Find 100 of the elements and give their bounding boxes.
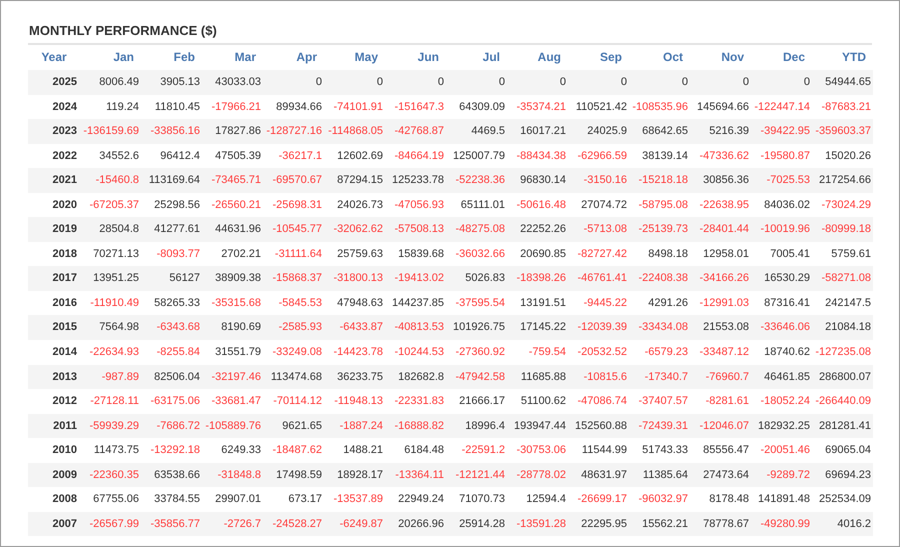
table-cell: -136159.69: [80, 119, 141, 144]
table-cell: 4016.2: [812, 512, 873, 536]
table-cell: -69570.67: [263, 168, 324, 193]
table-cell: -15218.18: [629, 168, 690, 193]
table-cell: 0: [446, 70, 507, 95]
column-header: Nov: [720, 49, 745, 66]
year-cell: 2019: [28, 217, 80, 242]
table-cell: -26560.21: [202, 192, 263, 218]
table-cell: -2726.7: [202, 512, 263, 536]
year-cell: 2017: [28, 266, 80, 291]
table-cell: -359603.37: [812, 119, 873, 144]
table-cell: 24026.73: [324, 192, 385, 218]
table-cell: 8006.49: [80, 70, 141, 95]
table-cell: 182682.8: [385, 364, 446, 390]
table-cell: 25298.56: [141, 192, 202, 218]
table-cell: 82506.04: [141, 364, 202, 390]
year-cell: 2021: [28, 168, 80, 193]
table-cell: 22252.26: [507, 217, 568, 242]
table-cell: 0: [751, 70, 812, 95]
table-cell: -33856.16: [141, 119, 202, 144]
table-cell: 22295.95: [568, 512, 629, 536]
column-header: Sep: [598, 49, 623, 66]
table-cell: 36233.75: [324, 364, 385, 390]
table-cell: -47056.93: [385, 192, 446, 218]
table-cell: -32062.62: [324, 217, 385, 242]
table-cell: 41277.61: [141, 217, 202, 242]
table-cell: 56127: [141, 266, 202, 291]
table-cell: 286800.07: [812, 364, 873, 390]
table-cell: -6249.87: [324, 512, 385, 536]
table-cell: 281281.41: [812, 414, 873, 438]
table-cell: 217254.66: [812, 168, 873, 193]
year-cell: 2013: [28, 364, 80, 390]
table-cell: 63538.66: [141, 462, 202, 488]
year-cell: 2011: [28, 414, 80, 438]
column-header: May: [354, 49, 379, 66]
table-cell: -31800.13: [324, 266, 385, 291]
year-cell: 2025: [28, 70, 80, 95]
table-cell: 11385.64: [629, 462, 690, 488]
table-cell: -25139.73: [629, 217, 690, 242]
table-cell: -67205.37: [80, 192, 141, 218]
table-cell: -10545.77: [263, 217, 324, 242]
table-cell: -7686.72: [141, 414, 202, 438]
table-cell: -39422.95: [751, 119, 812, 144]
table-cell: -128727.16: [263, 119, 324, 144]
table-cell: -24528.27: [263, 512, 324, 536]
table-cell: 15562.21: [629, 512, 690, 536]
table-cell: 84036.02: [751, 192, 812, 218]
table-cell: 4469.5: [446, 119, 507, 144]
table-cell: -80999.18: [812, 217, 873, 242]
table-cell: 69694.23: [812, 462, 873, 488]
table-cell: 78778.67: [690, 512, 751, 536]
table-cell: -18398.26: [507, 266, 568, 291]
table-cell: 125233.78: [385, 168, 446, 193]
table-cell: -17340.7: [629, 364, 690, 390]
column-header: Year: [40, 49, 68, 66]
table-cell: 17145.22: [507, 315, 568, 340]
table-cell: 8190.69: [202, 315, 263, 340]
table-cell: -5713.08: [568, 217, 629, 242]
table-cell: -105889.76: [202, 414, 263, 438]
table-cell: -22360.35: [80, 462, 141, 488]
table-cell: -2585.93: [263, 315, 324, 340]
column-header: Jun: [416, 49, 440, 66]
table-cell: 17498.59: [263, 462, 324, 488]
table-cell: -7025.53: [751, 168, 812, 193]
table-cell: 0: [690, 70, 751, 95]
year-cell: 2009: [28, 462, 80, 488]
column-header: Dec: [782, 49, 806, 66]
table-cell: 20266.96: [385, 512, 446, 536]
table-cell: -58271.08: [812, 266, 873, 291]
table-cell: 5026.83: [446, 266, 507, 291]
table-cell: -25698.31: [263, 192, 324, 218]
table-cell: 17827.86: [202, 119, 263, 144]
table-cell: 96830.14: [507, 168, 568, 193]
table-cell: -22638.95: [690, 192, 751, 218]
table-cell: -50616.48: [507, 192, 568, 218]
table-cell: 24025.9: [568, 119, 629, 144]
column-header: Jul: [482, 49, 501, 66]
table-cell: 38909.38: [202, 266, 263, 291]
table-cell: 16530.29: [751, 266, 812, 291]
table-cell: 13951.25: [80, 266, 141, 291]
year-cell: 2020: [28, 192, 80, 218]
table-cell: -6433.87: [324, 315, 385, 340]
table-cell: 0: [385, 70, 446, 95]
table-cell: 48631.97: [568, 462, 629, 488]
table-cell: 43033.03: [202, 70, 263, 95]
table-cell: 152560.88: [568, 414, 629, 438]
column-header: Mar: [234, 49, 257, 66]
table-cell: 46461.85: [751, 364, 812, 390]
table-cell: -52238.36: [446, 168, 507, 193]
table-cell: -48275.08: [446, 217, 507, 242]
table-cell: 0: [324, 70, 385, 95]
table-cell: -13364.11: [385, 462, 446, 488]
table-cell: 193947.44: [507, 414, 568, 438]
table-cell: -28778.02: [507, 462, 568, 488]
table-cell: -58795.08: [629, 192, 690, 218]
table-cell: 65111.01: [446, 192, 507, 218]
table-cell: -46761.41: [568, 266, 629, 291]
table-cell: -12046.07: [690, 414, 751, 438]
table-cell: 0: [629, 70, 690, 95]
year-cell: 2007: [28, 512, 80, 536]
